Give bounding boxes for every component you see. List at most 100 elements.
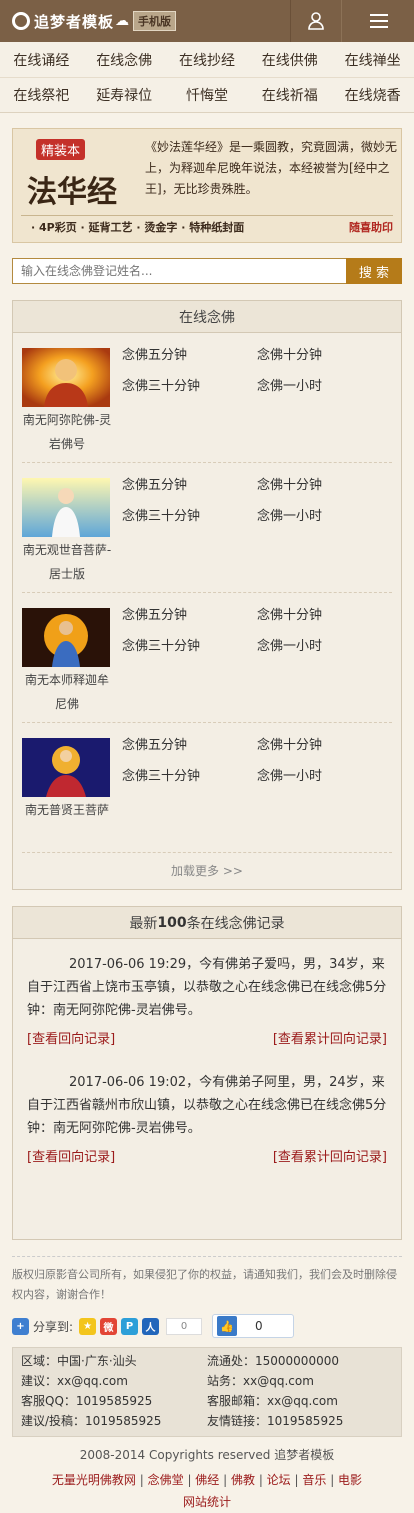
footer-links: 无量光明佛教网 | 念佛堂 | 佛经 | 佛教 | 论坛 | 音乐 | 电影 网站…: [51, 1473, 363, 1509]
footer-link[interactable]: 论坛: [267, 1473, 291, 1487]
info-qq: 客服QQ：1019585925: [21, 1394, 153, 1408]
mobile-badge: 手机版: [133, 11, 177, 31]
footer-link[interactable]: 电影: [338, 1473, 362, 1487]
nianfo-1hour-link[interactable]: 念佛一小时: [257, 759, 392, 790]
search-bar: 搜 索: [12, 258, 402, 284]
footer-copyright: 2008-2014 Copyrights reserved 追梦者模板: [79, 1448, 335, 1462]
cloud-icon: ☁: [115, 13, 130, 29]
records-title-post: 条在线念佛记录: [186, 915, 285, 932]
footer-link[interactable]: 佛教: [231, 1473, 255, 1487]
nianfo-5min-link[interactable]: 念佛五分钟: [122, 468, 257, 499]
info-region: 区域：中国·广东·汕头: [21, 1354, 137, 1368]
user-button[interactable]: [290, 0, 342, 42]
promo-banner[interactable]: 精装本 法华经 《妙法莲华经》是一乘圆教，究竟圆满，微妙无上，为释迦牟尼晚年说法…: [12, 128, 402, 243]
renren-icon[interactable]: 人: [142, 1317, 160, 1335]
nav-item-songjing[interactable]: 在线诵经: [0, 42, 83, 77]
footer-link[interactable]: 网站统计: [183, 1495, 231, 1509]
weibo-icon[interactable]: 微: [100, 1317, 118, 1335]
banner-features: · 4P彩页 · 延背工艺 · 烫金字 · 特种纸封面: [31, 221, 245, 234]
nianfo-30min-link[interactable]: 念佛三十分钟: [122, 629, 257, 660]
info-email: 客服邮箱：xx@qq.com: [207, 1394, 338, 1408]
nianfo-10min-link[interactable]: 念佛十分钟: [257, 728, 392, 759]
main-nav: 在线诵经 在线念佛 在线抄经 在线供佛 在线禅坐 在线祭祀 延寿禄位 忏悔堂 在…: [0, 42, 414, 113]
nianfo-30min-link[interactable]: 念佛三十分钟: [122, 759, 257, 790]
logo[interactable]: 追梦者模板 ☁ 手机版: [12, 0, 177, 42]
nianfo-panel-title: 在线念佛: [13, 301, 401, 333]
list-item: 南无普贤王菩萨 念佛五分钟 念佛十分钟 念佛三十分钟 念佛一小时: [22, 723, 392, 853]
share-count: 0: [166, 1317, 203, 1335]
footer-link[interactable]: 佛经: [195, 1473, 219, 1487]
guanyin-image[interactable]: [22, 478, 110, 537]
record-text: 2017-06-06 19:29，今有佛弟子爱吗，男，34岁，来自于江西省上饶市…: [27, 957, 387, 1018]
nianfo-1hour-link[interactable]: 念佛一小时: [257, 369, 392, 400]
share-bar: + 分享到: ★ 微 P 人 0 👍 0: [12, 1313, 402, 1339]
records-title-pre: 最新: [129, 915, 158, 932]
footer-link[interactable]: 无量光明佛教网: [52, 1473, 136, 1487]
like-button[interactable]: 👍 0: [212, 1314, 295, 1338]
banner-title: 法华经: [27, 175, 117, 210]
tencent-weibo-icon[interactable]: P: [121, 1317, 139, 1335]
info-contribute: 建议/投稿：1019585925: [21, 1414, 162, 1428]
load-more-link[interactable]: 加载更多 >>: [13, 853, 401, 889]
view-total-dedication-link[interactable]: [查看累计回向记录]: [273, 1146, 387, 1169]
menu-icon: [370, 10, 388, 32]
menu-button[interactable]: [344, 0, 414, 42]
logo-icon: [12, 12, 30, 30]
samantabhadra-image[interactable]: [22, 738, 110, 797]
nianfo-10min-link[interactable]: 念佛十分钟: [257, 338, 392, 369]
amitabha-image[interactable]: [22, 348, 110, 407]
records-panel-title: 最新 100 条在线念佛记录: [13, 907, 401, 939]
nianfo-30min-link[interactable]: 念佛三十分钟: [122, 369, 257, 400]
buddha-name: 南无观世音菩萨-居士版: [22, 543, 112, 581]
nav-item-chanhui[interactable]: 忏悔堂: [165, 77, 249, 112]
nav-item-jisi[interactable]: 在线祭祀: [0, 77, 83, 112]
info-affairs: 站务：xx@qq.com: [207, 1374, 314, 1388]
shakyamuni-image[interactable]: [22, 608, 110, 667]
header: 追梦者模板 ☁ 手机版: [0, 0, 414, 42]
nav-item-chaojing[interactable]: 在线抄经: [166, 42, 249, 77]
logo-text: 追梦者模板: [34, 12, 115, 31]
records-title-count: 100: [157, 914, 187, 931]
thumbs-up-icon: 👍: [217, 1316, 238, 1336]
nav-item-chanzuo[interactable]: 在线禅坐: [331, 42, 414, 77]
view-dedication-link[interactable]: [查看回向记录]: [27, 1146, 115, 1169]
list-item: 南无本师释迦牟尼佛 念佛五分钟 念佛十分钟 念佛三十分钟 念佛一小时: [22, 593, 392, 723]
nav-item-shaoxiang[interactable]: 在线烧香: [331, 77, 414, 112]
buddha-name: 南无本师释迦牟尼佛: [24, 673, 109, 711]
nianfo-10min-link[interactable]: 念佛十分钟: [257, 468, 392, 499]
site-info: 区域：中国·广东·汕头 流通处：15000000000 建议：xx@qq.com…: [12, 1347, 402, 1437]
footer-link[interactable]: 音乐: [302, 1473, 326, 1487]
nianfo-30min-link[interactable]: 念佛三十分钟: [122, 499, 257, 530]
search-button[interactable]: 搜 索: [346, 258, 402, 284]
nianfo-1hour-link[interactable]: 念佛一小时: [257, 499, 392, 530]
list-item: 南无观世音菩萨-居士版 念佛五分钟 念佛十分钟 念佛三十分钟 念佛一小时: [22, 463, 392, 593]
nav-item-luwei[interactable]: 延寿禄位: [82, 77, 166, 112]
buddha-name: 南无普贤王菩萨: [24, 803, 109, 817]
nianfo-5min-link[interactable]: 念佛五分钟: [122, 728, 257, 759]
info-suggest: 建议：xx@qq.com: [21, 1374, 128, 1388]
info-circulation: 流通处：15000000000: [207, 1354, 339, 1368]
nav-item-nianfo[interactable]: 在线念佛: [83, 42, 166, 77]
nav-item-qifu[interactable]: 在线祈福: [248, 77, 332, 112]
banner-tag: 精装本: [36, 139, 86, 160]
info-friend-links: 友情链接：1019585925: [207, 1414, 344, 1428]
nianfo-5min-link[interactable]: 念佛五分钟: [122, 598, 257, 629]
qzone-icon[interactable]: ★: [79, 1317, 97, 1335]
banner-description: 《妙法莲华经》是一乘圆教，究竟圆满，微妙无上，为释迦牟尼晚年说法，本经被誉为[经…: [145, 140, 398, 196]
nianfo-1hour-link[interactable]: 念佛一小时: [257, 629, 392, 660]
record-item: 2017-06-06 19:29，今有佛弟子爱吗，男，34岁，来自于江西省上饶市…: [27, 953, 387, 1051]
user-icon: [308, 12, 324, 30]
footer-link[interactable]: 念佛堂: [148, 1473, 184, 1487]
nianfo-5min-link[interactable]: 念佛五分钟: [122, 338, 257, 369]
copyright-note: 版权归原影音公司所有，如果侵犯了你的权益，请通知我们，我们会及时删除侵权内容，谢…: [12, 1256, 402, 1305]
view-total-dedication-link[interactable]: [查看累计回向记录]: [273, 1028, 387, 1051]
banner-divider: [21, 215, 393, 216]
record-item: 2017-06-06 19:02，今有佛弟子阿里，男，24岁，来自于江西省赣州市…: [27, 1071, 387, 1169]
nav-item-gongfo[interactable]: 在线供佛: [248, 42, 331, 77]
view-dedication-link[interactable]: [查看回向记录]: [27, 1028, 115, 1051]
nianfo-panel: 在线念佛 南无阿弥陀佛-灵岩佛号 念佛五分钟 念佛十分钟 念佛三十分钟 念佛一小…: [12, 300, 402, 890]
search-input[interactable]: [12, 258, 346, 284]
nianfo-10min-link[interactable]: 念佛十分钟: [257, 598, 392, 629]
buddha-name: 南无阿弥陀佛-灵岩佛号: [22, 413, 112, 451]
list-item: 南无阿弥陀佛-灵岩佛号 念佛五分钟 念佛十分钟 念佛三十分钟 念佛一小时: [22, 333, 392, 463]
